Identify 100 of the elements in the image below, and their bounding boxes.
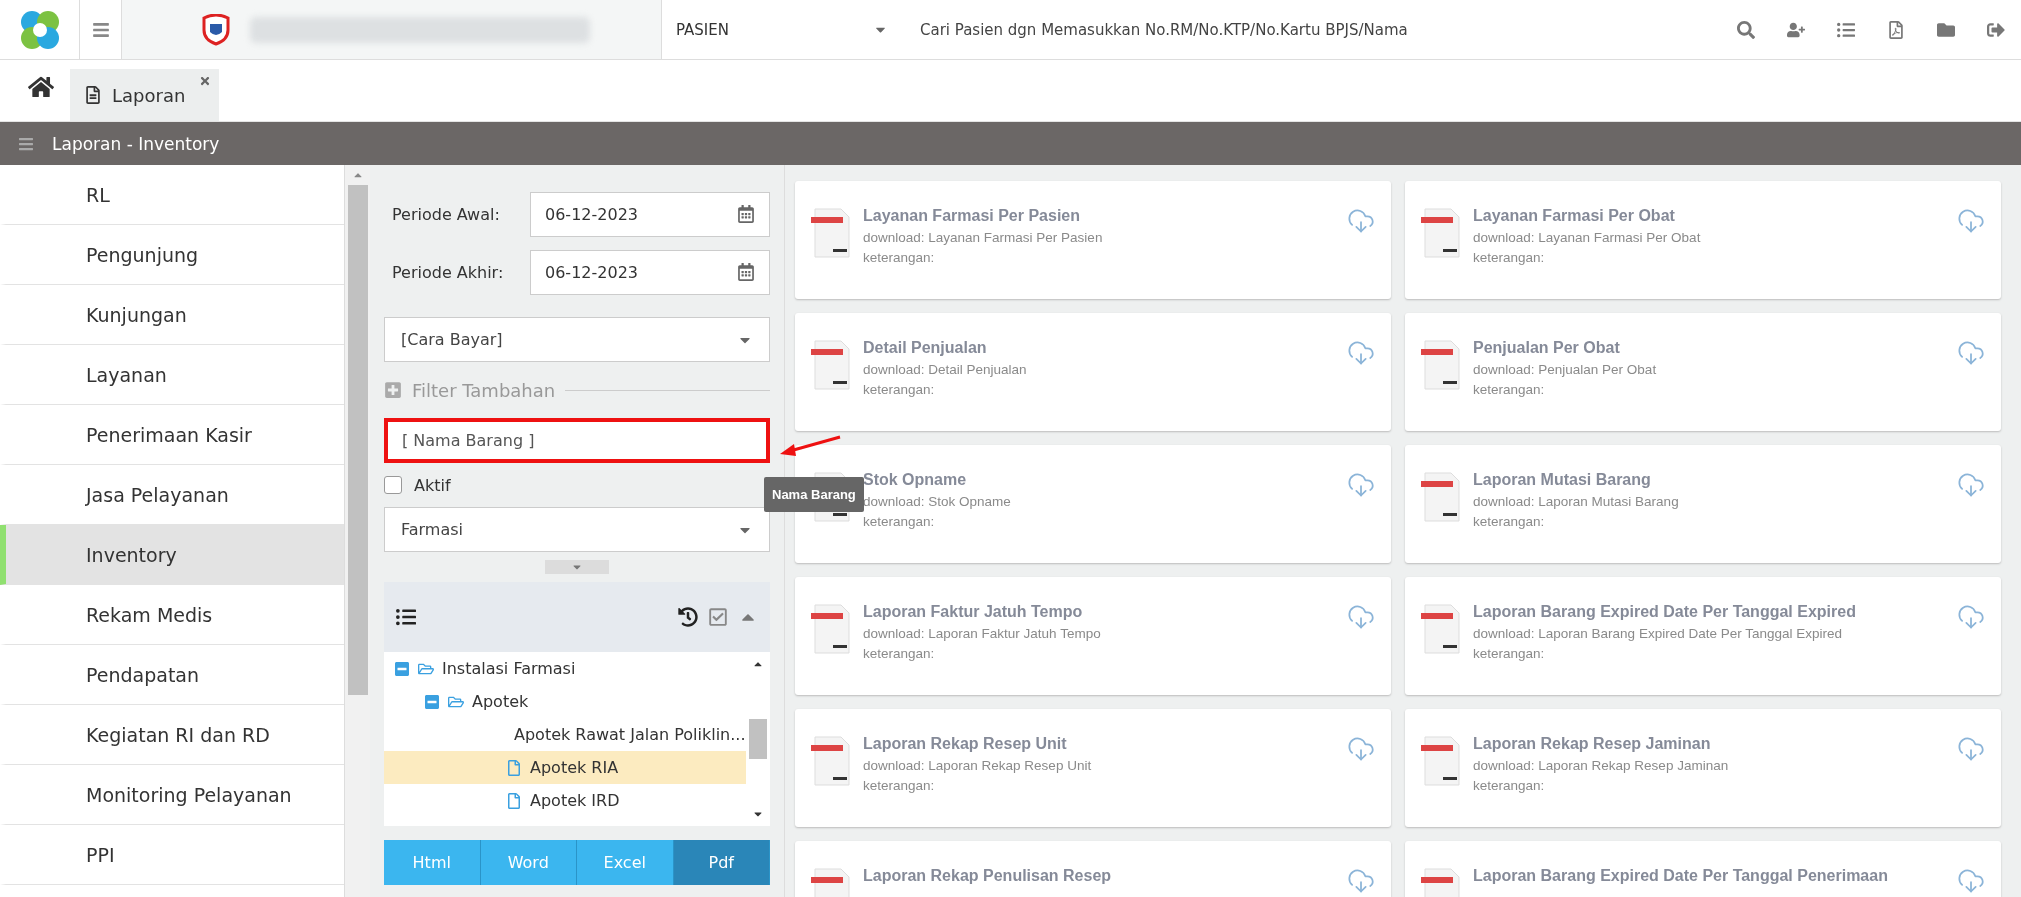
report-download-text: download: Laporan Rekap Resep Unit bbox=[863, 758, 1093, 773]
report-title: Laporan Rekap Resep Unit bbox=[863, 735, 1068, 753]
section-title: Laporan - Inventory bbox=[52, 133, 220, 154]
payment-select[interactable]: [Cara Bayar] bbox=[384, 317, 770, 362]
report-note: keterangan: bbox=[863, 514, 936, 529]
folder-icon[interactable] bbox=[1937, 20, 1955, 39]
report-download-text: download: Layanan Farmasi Per Pasien bbox=[863, 230, 1104, 245]
report-download-text: download: Penjualan Per Obat bbox=[1473, 362, 1658, 377]
tooltip: Nama Barang bbox=[764, 477, 864, 512]
sidebar-item[interactable]: Inventory bbox=[0, 525, 344, 585]
tree-item[interactable]: Apotek RIA bbox=[384, 751, 746, 784]
report-card[interactable]: Laporan Mutasi Barang download: Laporan Mutasi Barang keterangan: bbox=[1405, 445, 2001, 563]
expand-icon[interactable] bbox=[384, 381, 402, 399]
calendar-icon[interactable] bbox=[737, 263, 755, 281]
cloud-download-icon[interactable] bbox=[1957, 867, 1985, 895]
cloud-download-icon[interactable] bbox=[1957, 471, 1985, 499]
report-card[interactable]: Laporan Rekap Resep Unit download: Laporan Rekap Resep Unit keterangan: bbox=[795, 709, 1391, 827]
history-icon[interactable] bbox=[678, 607, 698, 627]
file-icon bbox=[506, 792, 522, 809]
cloud-download-icon[interactable] bbox=[1347, 735, 1375, 763]
report-note: keterangan: bbox=[863, 646, 936, 661]
checkbox[interactable] bbox=[384, 476, 402, 494]
report-card[interactable]: Layanan Farmasi Per Obat download: Layanan Farmasi Per Obat keterangan: bbox=[1405, 181, 2001, 299]
cloud-download-icon[interactable] bbox=[1347, 867, 1375, 895]
report-file-icon bbox=[1421, 471, 1461, 523]
report-download-text: download: Laporan Mutasi Barang bbox=[1473, 494, 1680, 509]
cloud-download-icon[interactable] bbox=[1347, 339, 1375, 367]
date-label: Periode Akhir: bbox=[392, 262, 504, 282]
report-title: Penjualan Per Obat bbox=[1473, 339, 1621, 357]
add-user-icon[interactable] bbox=[1787, 20, 1805, 39]
cloud-download-icon[interactable] bbox=[1957, 603, 1985, 631]
filter-heading: Filter Tambahan bbox=[412, 379, 556, 401]
report-note: keterangan: bbox=[863, 250, 936, 265]
calendar-icon[interactable] bbox=[737, 205, 755, 223]
report-file-icon bbox=[1421, 339, 1461, 391]
report-title: Detail Penjualan bbox=[863, 339, 988, 357]
report-title: Laporan Rekap Penulisan Resep bbox=[863, 867, 1113, 885]
report-title: Layanan Farmasi Per Obat bbox=[1473, 207, 1676, 225]
report-download-text: download: Laporan Rekap Resep Jaminan bbox=[1473, 758, 1730, 773]
report-download-text: download: Laporan Faktur Jatuh Tempo bbox=[863, 626, 1102, 641]
report-download-text: download: Detail Penjualan bbox=[863, 362, 1028, 377]
date-field[interactable]: 06-12-2023 bbox=[530, 191, 770, 237]
export-button[interactable]: Pdf bbox=[673, 840, 770, 885]
report-file-icon bbox=[811, 207, 851, 259]
file-icon bbox=[506, 759, 522, 776]
report-card[interactable]: Penjualan Per Obat download: Penjualan Per Obat keterangan: bbox=[1405, 313, 2001, 431]
cloud-download-icon[interactable] bbox=[1957, 207, 1985, 235]
document-icon bbox=[84, 86, 102, 104]
annotation-arrow bbox=[780, 435, 842, 457]
report-title: Layanan Farmasi Per Pasien bbox=[863, 207, 1081, 225]
report-card[interactable]: Laporan Faktur Jatuh Tempo download: Laporan Faktur Jatuh Tempo keterangan: bbox=[795, 577, 1391, 695]
tab[interactable]: Laporan bbox=[70, 69, 220, 121]
pdf-file-icon[interactable] bbox=[1887, 20, 1905, 39]
report-card[interactable]: Layanan Farmasi Per Pasien download: Layanan Farmasi Per Pasien keterangan: bbox=[795, 181, 1391, 299]
report-note: keterangan: bbox=[1473, 514, 1546, 529]
report-title: Stok Opname bbox=[863, 471, 968, 489]
item-name-field[interactable]: [ Nama Barang ] bbox=[384, 418, 770, 463]
date-label: Periode Awal: bbox=[392, 204, 500, 224]
logout-icon[interactable] bbox=[1987, 20, 2005, 39]
report-card[interactable]: Detail Penjualan download: Detail Penjualan keterangan: bbox=[795, 313, 1391, 431]
report-title: Laporan Barang Expired Date Per Tanggal Expired bbox=[1473, 603, 1857, 621]
report-file-icon bbox=[1421, 603, 1461, 655]
cloud-download-icon[interactable] bbox=[1347, 207, 1375, 235]
report-file-icon bbox=[811, 603, 851, 655]
report-title: Laporan Faktur Jatuh Tempo bbox=[863, 603, 1084, 621]
collapse-toggle[interactable] bbox=[545, 560, 609, 574]
report-title: Laporan Rekap Resep Jaminan bbox=[1473, 735, 1712, 753]
report-file-icon bbox=[811, 339, 851, 391]
home-icon[interactable] bbox=[28, 74, 54, 100]
collapse-icon[interactable] bbox=[394, 660, 410, 677]
checkbox-label: Aktif bbox=[414, 475, 451, 495]
cloud-download-icon[interactable] bbox=[1347, 471, 1375, 499]
list-icon[interactable] bbox=[396, 607, 416, 627]
scrollbar-thumb[interactable] bbox=[749, 719, 767, 759]
report-download-text: download: Stok Opname bbox=[863, 494, 1012, 509]
report-download-text: download: Layanan Farmasi Per Obat bbox=[1473, 230, 1702, 245]
hospital-logo-icon bbox=[202, 13, 230, 46]
cloud-download-icon[interactable] bbox=[1347, 603, 1375, 631]
cloud-download-icon[interactable] bbox=[1957, 735, 1985, 763]
unit-select[interactable]: Farmasi bbox=[384, 507, 770, 552]
scrollbar-thumb[interactable] bbox=[347, 185, 368, 695]
report-note: keterangan: bbox=[1473, 778, 1546, 793]
menu-icon[interactable] bbox=[91, 20, 110, 39]
close-icon[interactable] bbox=[199, 75, 212, 87]
report-note: keterangan: bbox=[863, 382, 936, 397]
report-download-text: download: Laporan Barang Expired Date Per Tanggal Expired bbox=[1473, 626, 1843, 641]
report-note: keterangan: bbox=[1473, 250, 1546, 265]
report-note: keterangan: bbox=[1473, 382, 1546, 397]
search-icon[interactable] bbox=[1737, 20, 1755, 39]
report-card[interactable]: Laporan Barang Expired Date Per Tanggal Expired download: Laporan Barang Expired Date Per Tanggal Expired keterangan: bbox=[1405, 577, 2001, 695]
collapse-icon[interactable] bbox=[424, 693, 440, 710]
date-field[interactable]: 06-12-2023 bbox=[530, 249, 770, 295]
report-note: keterangan: bbox=[863, 778, 936, 793]
cloud-download-icon[interactable] bbox=[1957, 339, 1985, 367]
check-icon[interactable] bbox=[708, 607, 728, 627]
report-title: Laporan Barang Expired Date Per Tanggal Penerimaan bbox=[1473, 867, 1889, 885]
report-file-icon bbox=[811, 735, 851, 787]
menu-icon[interactable] bbox=[18, 135, 34, 152]
report-card[interactable]: Laporan Rekap Resep Jaminan download: Laporan Rekap Resep Jaminan keterangan: bbox=[1405, 709, 2001, 827]
report-file-icon bbox=[1421, 735, 1461, 787]
